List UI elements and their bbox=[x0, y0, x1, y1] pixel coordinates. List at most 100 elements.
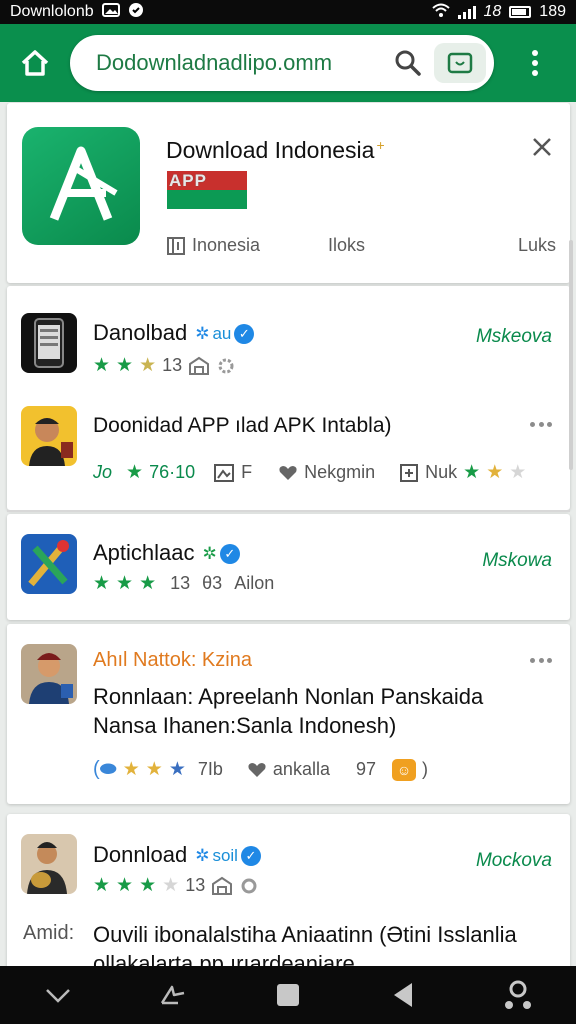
rating-count: 13 bbox=[170, 573, 191, 593]
featured-title-text: Download Indonesia bbox=[166, 137, 375, 163]
search-button[interactable] bbox=[388, 43, 428, 83]
app-icon-phone[interactable] bbox=[21, 313, 77, 373]
meta-tag: Nekgmin bbox=[304, 462, 376, 482]
tab-inonesia[interactable]: Inonesia bbox=[166, 235, 316, 256]
star-icon: ★ bbox=[145, 759, 163, 780]
gear-icon: ✲ bbox=[195, 324, 210, 344]
tab-iloks-label: Iloks bbox=[328, 235, 366, 255]
url-bar[interactable]: Dodownladnadlipo.omm bbox=[70, 35, 494, 91]
status-left-text: Downlolonb bbox=[10, 3, 94, 20]
app-row-5-title[interactable]: Donnload ✲ soil ✓ bbox=[93, 842, 261, 868]
phone-app-icon bbox=[34, 318, 64, 368]
app-row-2-meta: Jo ★ 76·10 F Nekgmin Nuk ★ ★ ★ bbox=[93, 461, 526, 484]
app-row-3-title[interactable]: Aptichlaac ✲ ✓ bbox=[93, 540, 240, 566]
rating-count: 13 bbox=[185, 875, 206, 895]
home-button[interactable] bbox=[0, 24, 70, 102]
nav-down-button[interactable] bbox=[28, 966, 88, 1024]
overflow-menu-button[interactable] bbox=[494, 24, 576, 102]
star-icon: ★ bbox=[93, 875, 111, 896]
meta-nuk: Nuk bbox=[425, 462, 458, 482]
star-empty-icon: ★ bbox=[162, 875, 180, 896]
star-icon: ★ bbox=[139, 573, 157, 594]
tools-app-icon bbox=[28, 540, 69, 587]
star-icon: ★ bbox=[168, 759, 186, 780]
heart-icon bbox=[279, 465, 297, 480]
install-button-3[interactable]: Mskowa bbox=[482, 550, 552, 572]
star-icon: ★ bbox=[93, 355, 111, 376]
system-nav-bar bbox=[0, 966, 576, 1024]
app-row-1-title[interactable]: Danolbad ✲ au ✓ bbox=[93, 320, 255, 346]
author-avatar[interactable] bbox=[21, 644, 77, 704]
settings-icon bbox=[218, 358, 234, 373]
tab-inonesia-label: Inonesia bbox=[192, 235, 261, 255]
more-options-button[interactable] bbox=[530, 658, 552, 666]
star-icon: ★ bbox=[139, 875, 157, 896]
app-icon-tools[interactable] bbox=[21, 534, 77, 594]
app-list-card-2: Aptichlaac ✲ ✓ Mskowa ★ ★ ★ 13 θ3 Ailon bbox=[7, 514, 570, 620]
rotate-icon bbox=[160, 985, 185, 1005]
more-options-button[interactable] bbox=[530, 422, 552, 430]
verify-label: au bbox=[212, 324, 232, 344]
star-icon: ★ bbox=[463, 462, 481, 483]
star-icon: ★ bbox=[116, 355, 134, 376]
back-icon bbox=[394, 983, 413, 1007]
app-icon-avatar[interactable] bbox=[21, 406, 77, 466]
app-row-5-description: Ouvili ibonalalstiha Aniaatinn (Ətini Is… bbox=[93, 922, 517, 972]
tab-switcher-icon bbox=[447, 52, 473, 74]
meta-extra: Ailon bbox=[234, 573, 275, 593]
nav-home-icon bbox=[505, 980, 532, 1009]
close-button[interactable] bbox=[528, 133, 556, 161]
verified-badge: ✲ ✓ bbox=[203, 544, 240, 565]
avatar-app-icon bbox=[29, 418, 73, 466]
news-card[interactable]: Ahıl Nattok: Kzina Ronnlaan: Apreelanh N… bbox=[7, 624, 570, 804]
verified-icon: ✓ bbox=[219, 544, 240, 565]
app-store-logo-icon bbox=[49, 146, 118, 221]
nav-rotate-button[interactable] bbox=[143, 966, 203, 1024]
tab-iloks[interactable]: Iloks bbox=[316, 235, 468, 256]
gear-icon: ✲ bbox=[195, 846, 210, 866]
star-icon: ★ bbox=[93, 573, 111, 594]
scrollbar[interactable] bbox=[569, 240, 573, 470]
meta-count: 97 bbox=[355, 759, 376, 779]
image-icon bbox=[214, 463, 235, 482]
status-bar: Downlolonb 18 189 bbox=[0, 0, 576, 24]
install-button-5[interactable]: Mockova bbox=[476, 850, 552, 872]
comment-icon: (⬬ bbox=[93, 758, 117, 780]
verified-icon: ✓ bbox=[234, 324, 255, 345]
nav-home-button[interactable] bbox=[488, 966, 548, 1024]
app-list-card-1: Danolbad ✲ au ✓ Mskeova ★ ★ ★ 13 Doonidad APP… bbox=[7, 286, 570, 510]
news-meta: (⬬ ★ ★ ★ 7Ib ankalla 97 ☺ ) bbox=[93, 758, 428, 781]
app-row-2-title[interactable]: Doonidad APP ılad APK Intabla) bbox=[93, 414, 392, 438]
image-notification-icon bbox=[101, 2, 120, 22]
featured-app-card[interactable]: Download Indonesia + APP Inonesia Iloks L… bbox=[7, 103, 570, 283]
app-row-1-meta: ★ ★ ★ 13 bbox=[93, 354, 236, 377]
meta-code: Jo bbox=[93, 462, 113, 482]
tab-switcher-button[interactable] bbox=[434, 43, 486, 83]
musician-app-icon bbox=[27, 842, 67, 894]
app-list-card-3: Donnload ✲ soil ✓ Mockova ★ ★ ★ ★ 13 Amid: Ouv… bbox=[7, 814, 570, 974]
meta-flag: F bbox=[241, 462, 253, 482]
star-icon: ★ bbox=[116, 573, 134, 594]
app-icon-musician[interactable] bbox=[21, 834, 77, 894]
url-text[interactable]: Dodownladnadlipo.omm bbox=[96, 50, 388, 76]
nav-recents-button[interactable] bbox=[258, 966, 318, 1024]
star-half-icon: ★ bbox=[139, 355, 157, 376]
install-button-1[interactable]: Mskeova bbox=[476, 326, 552, 348]
star-icon: ★ bbox=[122, 759, 140, 780]
featured-spark: + bbox=[376, 137, 385, 153]
star-empty-icon: ★ bbox=[509, 462, 527, 483]
heart-icon bbox=[248, 762, 266, 777]
emoji-paren: ) bbox=[422, 759, 428, 779]
app-row-5-meta: ★ ★ ★ ★ 13 bbox=[93, 874, 259, 897]
nav-back-button[interactable] bbox=[373, 966, 433, 1024]
status-signal-label: 18 bbox=[483, 3, 502, 20]
verified-icon: ✓ bbox=[240, 846, 261, 867]
verified-badge: ✲ au ✓ bbox=[195, 324, 255, 345]
browser-toolbar: Dodownladnadlipo.omm bbox=[0, 24, 576, 102]
close-icon bbox=[533, 138, 551, 156]
rating-count: 13 bbox=[162, 355, 183, 375]
tab-luks-label: Luks bbox=[517, 235, 556, 255]
news-author-title[interactable]: Ahıl Nattok: Kzina bbox=[93, 649, 252, 672]
tab-luks[interactable]: Luks bbox=[518, 235, 556, 256]
star-icon: ★ bbox=[126, 462, 144, 483]
